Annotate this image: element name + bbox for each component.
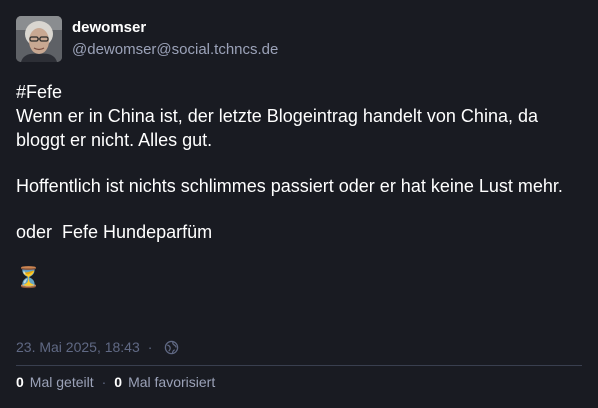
favourite-count: 0 [114,374,123,390]
hashtag-link[interactable]: #Fefe [16,82,62,102]
meta-separator: · [147,339,153,355]
user-avatar-photo-icon [16,16,62,62]
status-meta: 23. Mai 2025, 18:43 · [16,339,179,355]
content-paragraph: Hoffentlich ist nichts schlimmes passier… [16,176,563,196]
status-stats: 0 Mal geteilt · 0 Mal favorisiert [16,374,215,390]
stats-separator: · [101,374,107,390]
boosts-link[interactable]: Mal geteilt [30,374,94,390]
boost-count: 0 [16,374,24,390]
status-content: #Fefe Wenn er in China ist, der letzte B… [16,80,582,290]
content-line: Wenn er in China ist, der letzte Blogein… [16,106,538,150]
globe-icon[interactable] [164,340,179,355]
divider [16,365,582,366]
content-paragraph: oder Fefe Hundeparfüm [16,222,213,242]
timestamp-link[interactable]: 23. Mai 2025, 18:43 [16,339,140,355]
status-card: dewomser @dewomser@social.tchncs.de #Fef… [0,0,598,408]
favourites-link[interactable]: Mal favorisiert [128,374,215,390]
account-handle[interactable]: @dewomser@social.tchncs.de [72,41,278,58]
display-name[interactable]: dewomser [72,19,146,36]
hourglass-emoji: ⏳ [16,267,41,289]
avatar[interactable] [16,16,62,62]
